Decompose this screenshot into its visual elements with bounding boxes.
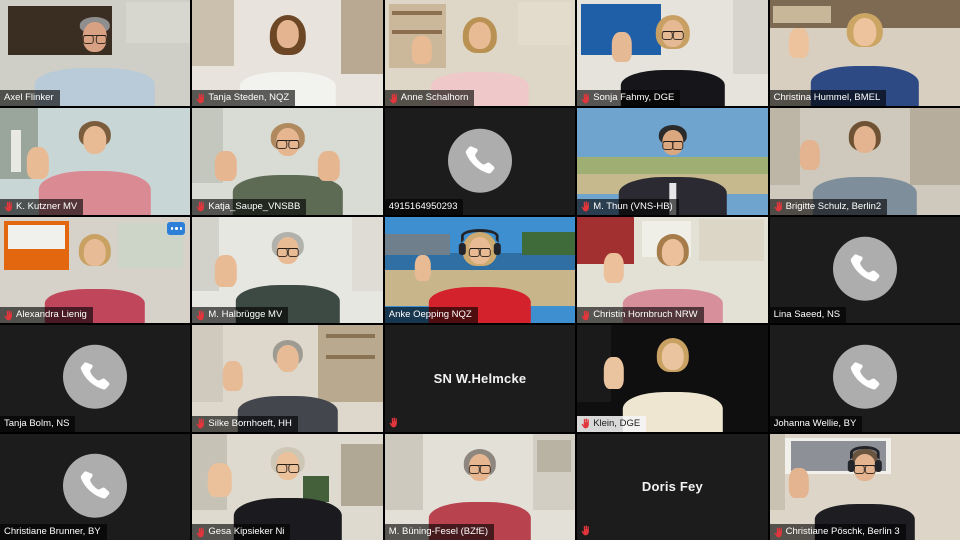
phone-icon bbox=[832, 345, 897, 410]
participant-name-label: Brigitte Schulz, Berlin2 bbox=[769, 198, 888, 215]
participant-tile-p21[interactable]: Christiane Brunner, BY bbox=[0, 433, 191, 540]
participant-tile-p6[interactable]: K. Kutzner MV bbox=[0, 108, 191, 215]
hand-raise-icon bbox=[389, 93, 398, 104]
participant-tile-p3[interactable]: Anne Schalhorn bbox=[384, 0, 576, 107]
participant-name-text: M. Halbrügge MV bbox=[208, 309, 283, 321]
participant-name-text: Christiane Brunner, BY bbox=[4, 526, 101, 537]
hand-raise-icon bbox=[581, 310, 590, 321]
participant-name-label: Katja_Saupe_VNSBB bbox=[192, 198, 307, 215]
participant-name-text: Tanja Bolm, NS bbox=[4, 417, 70, 429]
participant-name-text: Anke Oepping NQZ bbox=[388, 309, 472, 321]
participant-tile-p2[interactable]: Tanja Steden, NQZ bbox=[192, 0, 383, 107]
hand-raise-icon bbox=[581, 525, 590, 536]
participant-name-label: Christiane Pöschk, Berlin 3 bbox=[769, 524, 906, 540]
hand-raise-icon bbox=[581, 93, 590, 104]
participant-name-label: Christiane Brunner, BY bbox=[0, 524, 107, 540]
participant-tile-p24[interactable]: Doris Fey bbox=[577, 433, 768, 540]
participant-tile-p19[interactable]: Klein, DGE bbox=[577, 325, 768, 432]
participant-tile-p14[interactable]: Christin Hornbruch NRW bbox=[577, 216, 768, 324]
phone-icon bbox=[832, 236, 897, 301]
participant-name-label: Axel Flinker bbox=[0, 90, 60, 107]
participant-name-label: Johanna Wellie, BY bbox=[769, 415, 863, 432]
participant-tile-p15[interactable]: Lina Saeed, NS bbox=[769, 216, 960, 324]
participant-name-centered: Doris Fey bbox=[641, 479, 703, 495]
participant-tile-p25[interactable]: Christiane Pöschk, Berlin 3 bbox=[769, 433, 960, 540]
phone-icon bbox=[447, 128, 512, 193]
participant-name-label: M. Büning-Fesel (BZfE) bbox=[384, 524, 495, 540]
participant-name-label: Anke Oepping NQZ bbox=[384, 307, 478, 324]
hand-raise-icon bbox=[581, 201, 590, 212]
participant-name-text: Christina Hummel, BMEL bbox=[773, 92, 881, 104]
participant-name-text: K. Kutzner MV bbox=[16, 200, 78, 212]
participant-tile-p23[interactable]: M. Büning-Fesel (BZfE) bbox=[384, 433, 576, 540]
hand-raise-icon bbox=[389, 417, 398, 428]
participant-tile-p17[interactable]: Silke Bornhoeft, HH bbox=[192, 325, 383, 432]
participant-name-label: Christina Hummel, BMEL bbox=[769, 90, 887, 107]
participant-name-label: Gesa Kipsieker Ni bbox=[192, 524, 291, 540]
participant-name-text: Sonja Fahmy, DGE bbox=[593, 92, 675, 104]
participant-name-text: Johanna Wellie, BY bbox=[773, 417, 857, 429]
participant-tile-p1[interactable]: Axel Flinker bbox=[0, 0, 191, 107]
participant-name-label: Silke Bornhoeft, HH bbox=[192, 415, 298, 432]
participant-name-text: Silke Bornhoeft, HH bbox=[208, 417, 292, 429]
gallery-grid: Axel Flinker Tanja Steden, NQZ Anne Schalh… bbox=[0, 0, 960, 540]
participant-name-text: Alexandra Lienig bbox=[16, 309, 87, 321]
hand-raise-icon bbox=[196, 310, 205, 321]
participant-tile-p12[interactable]: M. Halbrügge MV bbox=[192, 216, 383, 324]
participant-name-text: Christin Hornbruch NRW bbox=[593, 309, 698, 321]
hand-raise-icon bbox=[4, 310, 13, 321]
participant-tile-p7[interactable]: Katja_Saupe_VNSBB bbox=[192, 108, 383, 215]
participant-name-text: Lina Saeed, NS bbox=[773, 309, 841, 321]
participant-name-text: Anne Schalhorn bbox=[400, 92, 469, 104]
hand-raise-icon bbox=[196, 418, 205, 429]
phone-icon bbox=[63, 345, 128, 410]
participant-name-text: 4915164950293 bbox=[388, 200, 458, 212]
participant-tile-p9[interactable]: M. Thun (VNS-HB) bbox=[577, 108, 768, 215]
participant-tile-p8[interactable]: 4915164950293 bbox=[384, 108, 576, 215]
participant-name-label: Klein, DGE bbox=[577, 415, 647, 432]
participant-name-label: Sonja Fahmy, DGE bbox=[577, 90, 681, 107]
participant-tile-p13[interactable]: Anke Oepping NQZ bbox=[384, 216, 576, 324]
participant-name-text: Axel Flinker bbox=[4, 92, 54, 104]
participant-name-label: Tanja Steden, NQZ bbox=[192, 90, 296, 107]
hand-raise-icon bbox=[774, 526, 783, 538]
participant-tile-p11[interactable]: Alexandra Lienig bbox=[0, 216, 191, 324]
participant-name-centered: SN W.Helmcke bbox=[433, 370, 527, 386]
hand-raise-icon bbox=[581, 418, 590, 429]
participant-tile-p22[interactable]: Gesa Kipsieker Ni bbox=[192, 433, 383, 540]
participant-name-label: Anne Schalhorn bbox=[384, 90, 475, 107]
participant-name-label: Alexandra Lienig bbox=[0, 307, 93, 324]
participant-name-text: Tanja Steden, NQZ bbox=[208, 92, 290, 104]
participant-name-text: Christiane Pöschk, Berlin 3 bbox=[785, 526, 900, 537]
participant-name-label: Tanja Bolm, NS bbox=[0, 415, 76, 432]
participant-tile-p20[interactable]: Johanna Wellie, BY bbox=[769, 325, 960, 432]
participant-name-label: 4915164950293 bbox=[384, 198, 464, 215]
hand-raise-icon bbox=[196, 526, 205, 538]
participant-name-label: Christin Hornbruch NRW bbox=[577, 307, 704, 324]
participant-name-text: Klein, DGE bbox=[593, 417, 641, 429]
participant-name-label: M. Thun (VNS-HB) bbox=[577, 198, 679, 215]
participant-name-text: M. Thun (VNS-HB) bbox=[593, 200, 673, 212]
participant-tile-p4[interactable]: Sonja Fahmy, DGE bbox=[577, 0, 768, 107]
participant-name-label: Lina Saeed, NS bbox=[769, 307, 847, 324]
participant-tile-p10[interactable]: Brigitte Schulz, Berlin2 bbox=[769, 108, 960, 215]
hand-raise-icon bbox=[774, 201, 783, 212]
participant-tile-p5[interactable]: Christina Hummel, BMEL bbox=[769, 0, 960, 107]
participant-name-label: M. Halbrügge MV bbox=[192, 307, 289, 324]
phone-icon bbox=[63, 453, 128, 518]
participant-tile-p18[interactable]: SN W.Helmcke bbox=[384, 325, 576, 432]
more-options-icon[interactable] bbox=[167, 221, 186, 235]
hand-raise-icon bbox=[4, 201, 13, 212]
participant-name-text: M. Büning-Fesel (BZfE) bbox=[388, 526, 489, 537]
participant-name-text: Brigitte Schulz, Berlin2 bbox=[785, 200, 882, 212]
hand-raise-icon bbox=[196, 201, 205, 212]
participant-name-text: Gesa Kipsieker Ni bbox=[208, 526, 285, 537]
participant-tile-p16[interactable]: Tanja Bolm, NS bbox=[0, 325, 191, 432]
participant-name-text: Katja_Saupe_VNSBB bbox=[208, 200, 301, 212]
hand-raise-icon bbox=[196, 93, 205, 104]
participant-name-label: K. Kutzner MV bbox=[0, 198, 84, 215]
